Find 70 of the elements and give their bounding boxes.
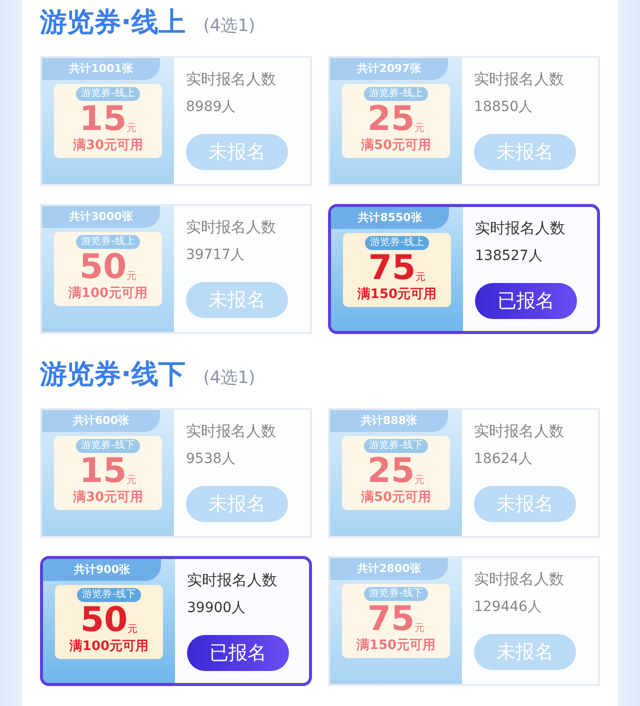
coupon-card[interactable]: 共计2800张 游览券-线下 75 元 满150元可用 实时报名人数 129446人 未报名: [328, 556, 600, 686]
signup-label: 实时报名人数: [186, 218, 277, 237]
coupon-tag: 游览券-线上: [364, 87, 428, 101]
usage-condition: 满30元可用: [72, 137, 144, 154]
usage-condition: 满100元可用: [68, 285, 148, 302]
coupon-amount: 25: [367, 102, 415, 136]
usage-condition: 满30元可用: [72, 489, 144, 506]
coupon-tag: 游览券-线上: [365, 236, 429, 250]
total-count: 共计8550张: [331, 207, 449, 229]
total-count: 共计3000张: [42, 206, 160, 228]
signup-label: 实时报名人数: [474, 570, 565, 589]
coupon-amount: 50: [80, 603, 128, 637]
signup-button[interactable]: 已报名: [187, 635, 289, 671]
signup-count: 39717人: [186, 246, 246, 264]
coupon-card[interactable]: 共计900张 游览券-线下 50元 满100元可用 实时报名人数 39900人 已报名: [40, 556, 312, 686]
coupon-amount: 50: [79, 250, 127, 284]
signup-count: 18624人: [474, 450, 534, 468]
total-count: 共计2800张: [330, 558, 448, 580]
signup-count: 138527人: [475, 247, 544, 265]
coupon-tag: 游览券-线下: [77, 588, 141, 602]
usage-condition: 满150元可用: [357, 286, 437, 303]
coupon-card[interactable]: 共计888张 游览券-线下 25 元 满50元可用 实时报名人数 18624人 未报名: [328, 408, 600, 538]
total-count: 共计2097张: [330, 58, 448, 80]
coupon-tag: 游览券-线下: [76, 439, 140, 453]
signup-label: 实时报名人数: [187, 571, 278, 590]
currency-unit: 元: [414, 124, 425, 134]
currency-unit: 元: [126, 124, 137, 134]
currency-unit: 元: [126, 272, 137, 282]
coupon-card[interactable]: 共计1001张 游览券-线上 15 元 满30元可用 实时报名人数 8989人 未报名: [40, 56, 312, 186]
total-count: 共计900张: [43, 559, 161, 581]
coupon-card[interactable]: 共计8550张 游览券-线上 75 元 满150元可用 实时报名人数 138527人 已报名: [328, 204, 600, 334]
total-count: 共计888张: [330, 410, 448, 432]
choice-note: (4选1): [203, 367, 256, 389]
usage-condition: 满150元可用: [356, 637, 436, 654]
signup-count: 129446人: [474, 598, 542, 616]
coupon-amount: 75: [368, 251, 416, 285]
currency-unit: 元: [416, 273, 426, 283]
total-count: 共计1001张: [42, 58, 160, 80]
usage-condition: 满100元可用: [69, 638, 149, 655]
currency-unit: 元: [126, 476, 137, 486]
coupon-tag: 游览券-线下: [364, 587, 428, 601]
section-title: 游览券·线下: [40, 358, 186, 392]
coupon-card[interactable]: 共计600张 游览券-线下 15 元 满30元可用 实时报名人数 9538人 未报名: [40, 408, 312, 538]
signup-label: 实时报名人数: [475, 219, 566, 238]
coupon-amount: 15: [79, 454, 127, 488]
coupon-amount: 15: [79, 102, 127, 136]
signup-count: 39900人: [187, 599, 247, 617]
section-title: 游览券·线上: [40, 6, 186, 40]
currency-unit: 元: [414, 476, 425, 486]
currency-unit: 元: [414, 624, 425, 634]
coupon-tag: 游览券-线下: [364, 439, 428, 453]
signup-label: 实时报名人数: [186, 70, 277, 89]
signup-label: 实时报名人数: [474, 70, 565, 89]
choice-note: (4选1): [203, 15, 256, 37]
currency-unit: 元: [128, 625, 138, 635]
signup-label: 实时报名人数: [474, 422, 565, 441]
signup-count: 9538人: [186, 450, 237, 468]
coupon-tag: 游览券-线上: [76, 235, 140, 249]
total-count: 共计600张: [42, 410, 160, 432]
coupon-card[interactable]: 共计2097张 游览券-线上 25 元 满50元可用 实时报名人数 18850人 未报名: [328, 56, 600, 186]
coupon-card[interactable]: 共计3000张 游览券-线上 50元 满100元可用 实时报名人数 39717人 未报名: [40, 204, 312, 334]
signup-count: 18850人: [474, 98, 534, 116]
usage-condition: 满50元可用: [360, 137, 432, 154]
usage-condition: 满50元可用: [360, 489, 432, 506]
signup-label: 实时报名人数: [186, 422, 277, 441]
signup-count: 8989人: [186, 98, 237, 116]
coupon-amount: 75: [367, 602, 415, 636]
coupon-amount: 25: [367, 454, 415, 488]
coupon-tag: 游览券-线上: [76, 87, 140, 101]
signup-button[interactable]: 已报名: [475, 283, 577, 319]
